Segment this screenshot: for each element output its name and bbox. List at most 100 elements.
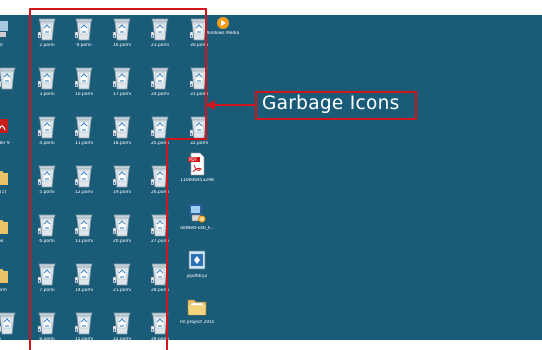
recycle-bin-icon[interactable]: 26.pomi [143, 163, 177, 209]
installer-icon[interactable]: dotNetFx40_F... [180, 199, 214, 245]
icon-label: dotNetFx40_F... [180, 226, 214, 231]
icon-label: 8.pomi [39, 337, 55, 342]
recycle-bin-icon[interactable]: 29.pomi [143, 310, 177, 350]
installer-icon-image [180, 199, 214, 225]
desktop-shortcut-icon-image [0, 114, 24, 140]
desktop-shortcut-icon-image [0, 163, 24, 189]
garbage-box-right-border-upper [205, 8, 207, 140]
icon-label: a-11[1] [0, 190, 7, 195]
desktop-shortcut-icon[interactable]: ebook [0, 212, 24, 258]
recycle-bin-icon-image [105, 261, 139, 287]
icon-label: ml project 2010 ver13 [180, 320, 214, 325]
media-player-icon-image [205, 16, 241, 30]
recycle-bin-icon[interactable]: 13.pomi [67, 212, 101, 258]
recycle-bin-icon[interactable]: 6.pomi [30, 212, 64, 258]
icon-label: Windows Media Player [205, 31, 241, 36]
icon-label: 29.pomi [151, 337, 169, 342]
desktop-shortcut-icon-image [0, 212, 24, 238]
recycle-bin-icon-image [105, 65, 139, 91]
icon-label: 18.pomi [113, 141, 131, 146]
icon-label: 10.pomi [75, 92, 93, 97]
recycle-bin-icon[interactable]: 27.pomi [143, 212, 177, 258]
setup-app-icon[interactable]: jspdfdry2 [180, 247, 214, 293]
recycle-bin-icon-image [105, 163, 139, 189]
recycle-bin-icon-image [143, 261, 177, 287]
recycle-bin-icon[interactable]: 7.pomi [30, 261, 64, 307]
recycle-bin-icon-image [143, 16, 177, 42]
recycle-bin-icon-image [67, 261, 101, 287]
recycle-bin-icon-image [105, 310, 139, 336]
recycle-bin-icon-image [30, 310, 64, 336]
recycle-bin-icon[interactable]: 9.pomi [67, 16, 101, 62]
recycle-bin-icon[interactable]: 23.pomi [143, 16, 177, 62]
pdf-file-icon[interactable]: PDF 110006453298 [180, 151, 214, 197]
recycle-bin-icon[interactable]: 12.pomi [67, 163, 101, 209]
icon-label: 12.pomi [75, 190, 93, 195]
icon-label: 16.pomi [113, 43, 131, 48]
recycle-bin-icon-image [67, 114, 101, 140]
recycle-bin-icon[interactable]: 28.pomi [143, 261, 177, 307]
recycle-bin-icon-image [30, 65, 64, 91]
icon-label: 28.pomi [151, 288, 169, 293]
icon-label: 24.pomi [151, 92, 169, 97]
recycle-bin-icon-image [67, 163, 101, 189]
desktop-shortcut-icon[interactable]: Reader 9 [0, 114, 24, 160]
recycle-bin-icon-image [182, 114, 216, 140]
desktop-shortcut-icon[interactable]: a-11[1] [0, 163, 24, 209]
recycle-bin-icon[interactable]: 8.pomi [30, 310, 64, 350]
recycle-bin-icon[interactable]: 3.pomi [30, 65, 64, 111]
icon-label: 11.pomi [75, 141, 93, 146]
recycle-bin-icon[interactable]: 22.pomi [105, 310, 139, 350]
recycle-bin-icon-image [30, 163, 64, 189]
recycle-bin-icon[interactable]: 17.pomi [105, 65, 139, 111]
recycle-bin-icon-image [143, 114, 177, 140]
desktop-shortcut-icon[interactable]: pomi [0, 310, 24, 350]
desktop-shortcut-icon[interactable]: み箱 [0, 65, 24, 111]
icon-label: 27.pomi [151, 239, 169, 244]
recycle-bin-icon-image [143, 212, 177, 238]
folder-icon[interactable]: ml project 2010 ver13 [180, 293, 214, 339]
icon-label: 14.pomi [75, 288, 93, 293]
recycle-bin-icon-image [30, 261, 64, 287]
recycle-bin-icon[interactable]: 21.pomi [105, 261, 139, 307]
media-player-icon[interactable]: Windows Media Player [205, 16, 241, 62]
desktop-shortcut-icon[interactable]: wsForm [0, 261, 24, 307]
desktop-shortcut-icon-image [0, 65, 24, 91]
icon-label: 19.pomi [113, 190, 131, 195]
recycle-bin-icon-image [105, 114, 139, 140]
recycle-bin-icon[interactable]: 10.pomi [67, 65, 101, 111]
icon-label: 9.pomi [76, 43, 92, 48]
icon-label: 23.pomi [151, 43, 169, 48]
recycle-bin-icon[interactable]: 14.pomi [67, 261, 101, 307]
icon-label: jspdfdry2 [186, 274, 208, 279]
garbage-box-step-border [166, 138, 207, 140]
icon-label: Reader 9 [0, 141, 10, 146]
recycle-bin-icon-image [30, 212, 64, 238]
desktop[interactable]: 2.pomi 9.pomi 16.pomi 23.pomi 30.pomi 3.pomi 1… [0, 0, 542, 350]
recycle-bin-icon[interactable]: 20.pomi [105, 212, 139, 258]
icon-label: み箱 [0, 92, 24, 97]
svg-text:PDF: PDF [189, 157, 197, 162]
recycle-bin-icon[interactable]: 16.pomi [105, 16, 139, 62]
recycle-bin-icon[interactable]: 11.pomi [67, 114, 101, 160]
recycle-bin-icon-image [30, 114, 64, 140]
recycle-bin-icon[interactable]: 24.pomi [143, 65, 177, 111]
recycle-bin-icon[interactable]: 4.pomi [30, 114, 64, 160]
recycle-bin-icon[interactable]: 5.pomi [30, 163, 64, 209]
garbage-box-left-border [29, 8, 31, 350]
setup-app-icon-image [180, 247, 214, 273]
recycle-bin-icon-image [143, 65, 177, 91]
desktop-shortcut-icon[interactable]: ュータ [0, 16, 24, 62]
recycle-bin-icon[interactable]: 15.pomi [67, 310, 101, 350]
icon-label: 21.pomi [113, 288, 131, 293]
callout-arrow [206, 100, 255, 110]
recycle-bin-icon[interactable]: 2.pomi [30, 16, 64, 62]
callout-label: Garbage Icons [262, 93, 400, 114]
recycle-bin-icon[interactable]: 18.pomi [105, 114, 139, 160]
icon-label: 20.pomi [113, 239, 131, 244]
icon-label: pomi [0, 337, 24, 342]
recycle-bin-icon-image [67, 16, 101, 42]
icon-label: 13.pomi [75, 239, 93, 244]
recycle-bin-icon[interactable]: 25.pomi [143, 114, 177, 160]
recycle-bin-icon[interactable]: 19.pomi [105, 163, 139, 209]
